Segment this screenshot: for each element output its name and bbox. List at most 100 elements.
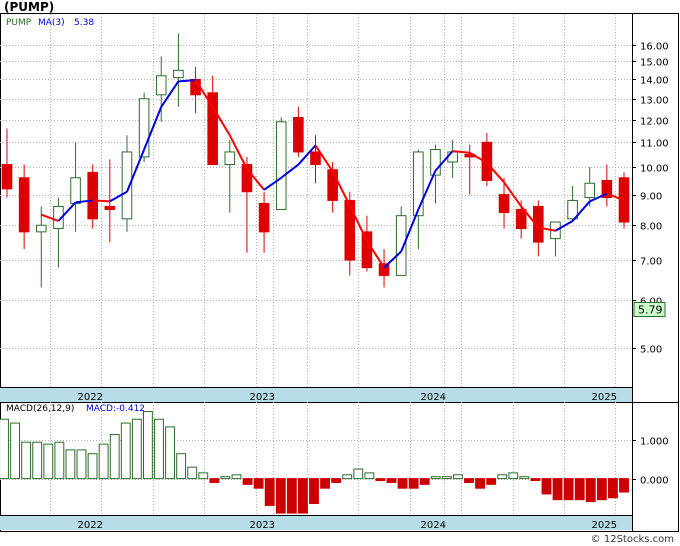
macd-tick-label: 1.000 (640, 437, 669, 448)
price-x-tick-label: 2024 (421, 392, 446, 403)
candle-body (35, 224, 47, 233)
macd-bar (331, 478, 342, 483)
macd-bar (430, 476, 441, 480)
macd-x-tick-label: 2023 (250, 520, 275, 531)
candle-body (258, 202, 270, 233)
macd-bar (198, 472, 209, 480)
candle-body (361, 231, 373, 269)
macd-bar (209, 478, 220, 483)
candle-body (207, 92, 218, 166)
macd-tick-label: 0.000 (640, 476, 669, 487)
candle-body (584, 182, 596, 198)
price-tick-label: 11.00 (640, 139, 669, 150)
macd-bar (419, 478, 430, 485)
macd-bar (32, 441, 43, 480)
price-tick-label: 10.00 (640, 164, 669, 175)
price-tick-label: 14.00 (640, 76, 669, 87)
candle-body (293, 116, 304, 153)
macd-bar (253, 478, 264, 489)
macd-bar (574, 478, 585, 501)
candle-body (224, 151, 236, 166)
macd-bar (54, 441, 65, 480)
candle-body (327, 169, 338, 201)
candle-body (70, 177, 81, 204)
macd-bar (608, 478, 618, 499)
macd-bar (508, 472, 519, 480)
price-legend-symbol: PUMP (6, 18, 32, 28)
macd-bar (441, 476, 452, 480)
candle-body (104, 205, 116, 210)
last-price-label: 5.79 (638, 303, 663, 316)
macd-bar (375, 478, 386, 482)
macd-bar (131, 418, 142, 480)
macd-bar (453, 474, 463, 480)
candle-body (344, 199, 356, 261)
macd-bar (21, 441, 32, 480)
macd-bar (275, 478, 286, 514)
macd-x-tick-label: 2024 (421, 520, 446, 531)
macd-bar (408, 478, 419, 489)
macd-bar (596, 478, 607, 501)
ma-legend-label: MA(3) (38, 18, 65, 28)
price-x-tick-label: 2025 (592, 392, 617, 403)
price-tick-label: 8.00 (640, 222, 662, 233)
macd-bar (109, 434, 120, 480)
macd-bar (176, 453, 187, 480)
macd-bar (242, 478, 253, 485)
macd-bar (286, 478, 297, 514)
macd-bar (98, 443, 109, 480)
price-x-tick-label: 2022 (78, 392, 103, 403)
ma-segment (178, 79, 196, 83)
macd-bar (497, 474, 508, 480)
macd-bar (120, 422, 131, 480)
macd-legend-label: MACD(26,12,9) (6, 404, 74, 414)
macd-bar (386, 478, 397, 483)
candle-body (87, 171, 98, 220)
macd-bar (309, 478, 319, 505)
macd-bar (154, 418, 164, 480)
price-tick-label: 5.00 (640, 345, 662, 356)
macd-bar (187, 466, 198, 480)
candle-body (310, 151, 321, 166)
macd-bar (397, 478, 408, 489)
macd-bar (464, 478, 474, 483)
macd-bar (10, 422, 20, 480)
macd-bar (143, 411, 153, 480)
price-tick-label: 9.00 (640, 192, 662, 203)
macd-bar (530, 478, 541, 482)
candle-body (275, 121, 287, 210)
macd-bar (220, 476, 231, 480)
macd-bar (353, 468, 364, 480)
macd-bar (165, 426, 175, 480)
macd-legend-value: MACD:-0.412 (86, 404, 145, 414)
ma-segment (92, 199, 110, 203)
macd-bar (519, 476, 530, 480)
macd-bar (76, 449, 87, 480)
macd-bar (342, 474, 353, 480)
candle-body (173, 69, 184, 79)
ma-legend-value: 5.38 (74, 18, 94, 28)
macd-bar (619, 478, 629, 493)
macd-bar (541, 478, 552, 495)
macd-x-tick-label: 2022 (78, 520, 103, 531)
macd-bar (563, 478, 574, 501)
candle-body (498, 194, 510, 214)
price-tick-label: 12.00 (640, 117, 669, 128)
price-tick-label: 15.00 (640, 58, 669, 69)
macd-bar (585, 478, 596, 503)
price-tick-label: 7.00 (640, 257, 662, 268)
macd-bar (0, 418, 9, 480)
price-tick-label: 13.00 (640, 96, 669, 107)
macd-bar (65, 449, 76, 480)
price-tick-label: 16.00 (640, 42, 669, 53)
stock-chart: 16.00 15.00 14.00 13.00 12.00 11.00 10.00 9.00 8… (0, 13, 679, 532)
macd-bar (231, 474, 242, 480)
candle-body (413, 151, 424, 217)
candle-body (155, 75, 167, 96)
macd-bar (43, 443, 54, 480)
candle-body (18, 177, 30, 233)
macd-bar (320, 478, 330, 489)
macd-x-tick-label: 2025 (592, 520, 617, 531)
candle-body (515, 208, 527, 230)
macd-bar (87, 453, 98, 480)
